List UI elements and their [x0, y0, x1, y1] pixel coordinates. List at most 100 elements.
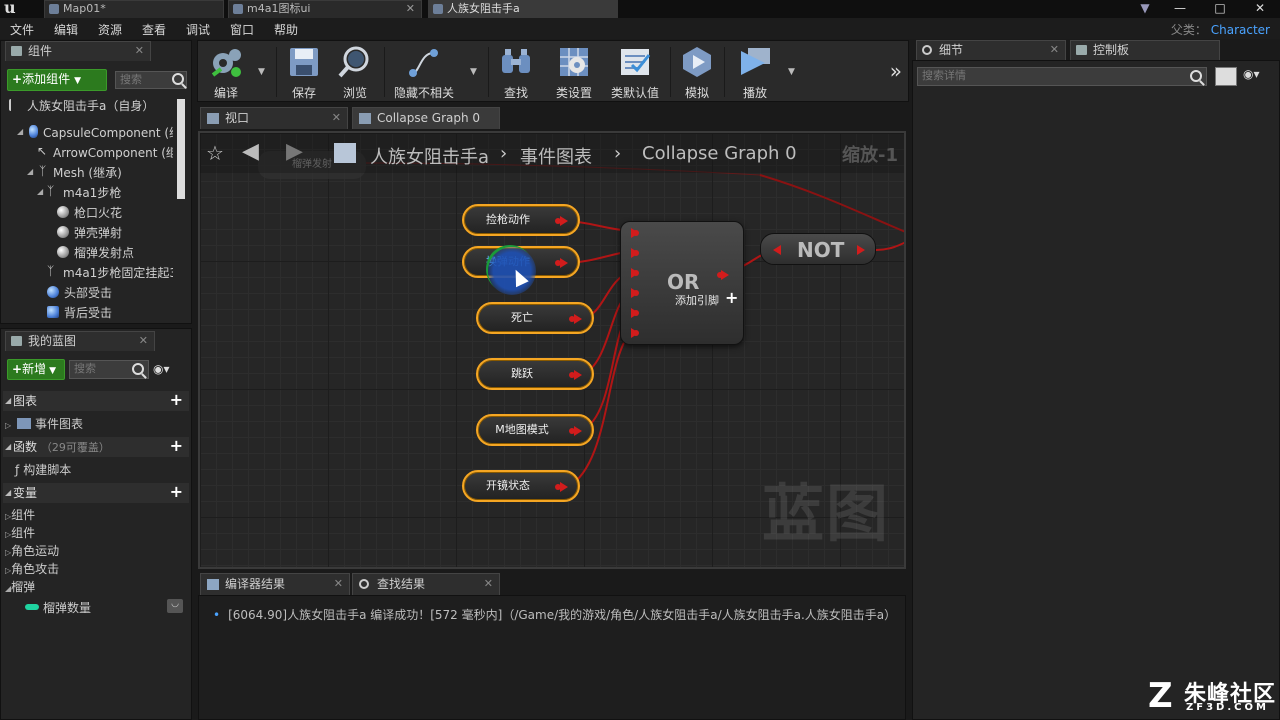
- variable-node-jump[interactable]: 跳跃: [476, 358, 594, 390]
- collapse-graph-tab[interactable]: Collapse Graph 0: [352, 107, 500, 129]
- menu-debug[interactable]: 调试: [186, 21, 210, 38]
- close-icon[interactable]: ✕: [406, 1, 415, 17]
- tree-item-back-hit[interactable]: 背后受击: [47, 304, 173, 321]
- variable-node-scope-state[interactable]: 开镜状态: [462, 470, 580, 502]
- close-icon[interactable]: ✕: [135, 42, 144, 60]
- details-search-input[interactable]: 搜索详情: [917, 67, 1207, 86]
- hide-unrelated-button[interactable]: 隐藏不相关: [388, 41, 460, 101]
- class-defaults-button[interactable]: 类默认值: [604, 41, 666, 101]
- find-button[interactable]: 查找: [494, 41, 538, 101]
- menu-asset[interactable]: 资源: [98, 21, 122, 38]
- document-tab-map01[interactable]: Map01*: [44, 0, 224, 18]
- bool-output-pin[interactable]: [569, 426, 582, 436]
- menu-edit[interactable]: 编辑: [54, 21, 78, 38]
- add-variable-button[interactable]: +: [170, 484, 183, 500]
- simulate-button[interactable]: 模拟: [674, 41, 720, 101]
- view-options-icon[interactable]: ◉▾: [153, 362, 170, 376]
- variable-node-map-mode[interactable]: M地图模式: [476, 414, 594, 446]
- compile-options-dropdown[interactable]: ▼: [258, 67, 265, 77]
- breadcrumb-blueprint[interactable]: 人族女阻击手a: [370, 143, 489, 169]
- add-function-button[interactable]: +: [170, 438, 183, 454]
- tree-item-m4a1-holster[interactable]: ᛉ m4a1步枪固定挂起3: [47, 264, 173, 281]
- class-settings-button[interactable]: 类设置: [548, 41, 600, 101]
- bool-input-pin[interactable]: [631, 228, 639, 238]
- tree-item-arrow[interactable]: ↖ ArrowComponent (继承): [37, 144, 173, 161]
- close-window-button[interactable]: ✕: [1240, 0, 1280, 18]
- my-blueprint-tab[interactable]: 我的蓝图 ✕: [5, 331, 155, 351]
- bool-output-pin[interactable]: [555, 258, 568, 268]
- bool-input-pin[interactable]: [631, 248, 639, 258]
- new-button[interactable]: +新增 ▼: [7, 359, 65, 380]
- variable-category-components-2[interactable]: ▷组件: [5, 524, 35, 541]
- hide-unrelated-dropdown[interactable]: ▼: [470, 67, 477, 77]
- bool-output-pin[interactable]: [555, 482, 568, 492]
- menu-help[interactable]: 帮助: [274, 21, 298, 38]
- add-component-button[interactable]: +添加组件 ▼: [7, 69, 107, 91]
- tree-item-mesh[interactable]: ◢ ᛉ Mesh (继承): [27, 164, 173, 181]
- bool-output-pin[interactable]: [857, 245, 865, 255]
- expand-arrow-icon[interactable]: ◢: [27, 167, 33, 176]
- restore-button[interactable]: □: [1200, 0, 1240, 18]
- tree-item-head-hit[interactable]: 头部受击: [47, 284, 173, 301]
- minimize-button[interactable]: —: [1160, 0, 1200, 18]
- bool-input-pin[interactable]: [631, 308, 639, 318]
- blueprint-search-input[interactable]: 搜索: [69, 360, 149, 379]
- menu-file[interactable]: 文件: [10, 21, 34, 38]
- collapse-arrow-icon[interactable]: ◢: [5, 391, 11, 411]
- collapse-arrow-icon[interactable]: ◢: [5, 437, 11, 457]
- palette-tab[interactable]: 控制板: [1070, 40, 1220, 60]
- forward-arrow-icon[interactable]: ▶: [286, 139, 303, 164]
- components-tab[interactable]: 组件 ✕: [5, 41, 151, 61]
- notification-icon[interactable]: ▼: [1130, 0, 1160, 18]
- bool-output-pin[interactable]: [569, 314, 582, 324]
- breadcrumb-collapse-graph[interactable]: Collapse Graph 0: [642, 143, 797, 164]
- compile-button[interactable]: 编译: [202, 41, 250, 101]
- play-options-dropdown[interactable]: ▼: [788, 67, 795, 77]
- variable-node-death[interactable]: 死亡: [476, 302, 594, 334]
- close-icon[interactable]: ✕: [484, 574, 493, 594]
- construction-script-item[interactable]: ƒ 构建脚本: [15, 461, 71, 478]
- favorite-star-icon[interactable]: ☆: [206, 141, 224, 165]
- toolbar-overflow-button[interactable]: »: [890, 59, 902, 83]
- variable-category-movement[interactable]: ▷角色运动: [5, 542, 59, 559]
- save-button[interactable]: 保存: [282, 41, 326, 101]
- tree-item-shell-eject[interactable]: 弹壳弹射: [57, 224, 173, 241]
- variables-section-header[interactable]: ◢ 变量 +: [3, 483, 189, 503]
- parent-class-link[interactable]: Character: [1211, 23, 1270, 37]
- menu-view[interactable]: 查看: [142, 21, 166, 38]
- or-boolean-node[interactable]: OR 添加引脚 +: [620, 221, 744, 345]
- expand-arrow-icon[interactable]: ◢: [37, 187, 43, 196]
- close-icon[interactable]: ✕: [332, 108, 341, 128]
- find-results-tab[interactable]: 查找结果 ✕: [352, 573, 500, 595]
- close-icon[interactable]: ✕: [139, 332, 148, 350]
- blueprint-graph-canvas[interactable]: 榴弹发射 ☆ ◀ ▶ 人族女阻击手a › 事件图表 › Collapse Gra…: [198, 131, 906, 569]
- variable-grenade-count[interactable]: 榴弹数量 ◡: [25, 599, 187, 616]
- breadcrumb-event-graph[interactable]: 事件图表: [520, 143, 592, 169]
- scrollbar-thumb[interactable]: [177, 99, 185, 199]
- view-options-icon[interactable]: ◉▾: [1243, 67, 1260, 81]
- log-entry[interactable]: • [6064.90]人族女阻击手a 编译成功！[572 毫秒内]（/Game/我…: [213, 606, 896, 623]
- document-tab-m4a1-icon-ui[interactable]: m4a1图标ui ✕: [228, 0, 422, 18]
- add-graph-button[interactable]: +: [170, 392, 183, 408]
- bool-output-pin[interactable]: [555, 216, 568, 226]
- tree-item-capsule[interactable]: ◢ CapsuleComponent (继承): [17, 124, 173, 141]
- expand-arrow-icon[interactable]: ◢: [17, 127, 23, 136]
- not-boolean-node[interactable]: NOT: [760, 233, 876, 265]
- add-pin-label[interactable]: 添加引脚: [675, 292, 719, 308]
- tree-item-muzzle-flash[interactable]: 枪口火花: [57, 204, 173, 221]
- close-icon[interactable]: ✕: [1050, 41, 1059, 59]
- visibility-toggle-icon[interactable]: ◡: [167, 599, 183, 613]
- bool-input-pin[interactable]: [631, 288, 639, 298]
- bool-input-pin[interactable]: [631, 268, 639, 278]
- browse-button[interactable]: 浏览: [332, 41, 378, 101]
- graphs-section-header[interactable]: ◢ 图表 +: [3, 391, 189, 411]
- add-pin-plus-icon[interactable]: +: [725, 288, 738, 307]
- play-button[interactable]: 播放: [728, 41, 782, 101]
- variable-category-attack[interactable]: ▷角色攻击: [5, 560, 59, 577]
- component-self-row[interactable]: 人族女阻击手a（自身）: [9, 97, 154, 114]
- tree-item-grenade-launch-point[interactable]: 榴弹发射点: [57, 244, 173, 261]
- compiler-results-tab[interactable]: 编译器结果 ✕: [200, 573, 350, 595]
- variable-category-components[interactable]: ▷组件: [5, 506, 35, 523]
- variable-node-pickup-action[interactable]: 捡枪动作: [462, 204, 580, 236]
- menu-window[interactable]: 窗口: [230, 21, 254, 38]
